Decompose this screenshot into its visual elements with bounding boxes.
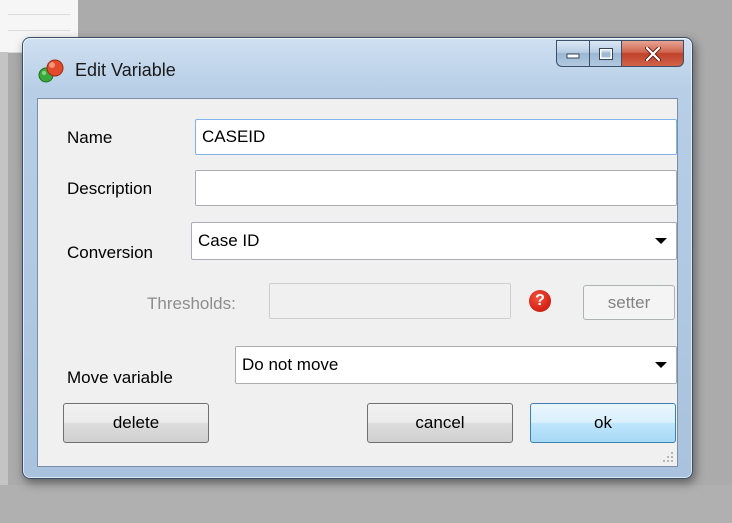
conversion-select[interactable]: Case ID xyxy=(191,222,677,260)
caption-buttons xyxy=(556,40,684,67)
delete-button[interactable]: delete xyxy=(63,403,209,443)
name-field[interactable]: CASEID xyxy=(195,119,677,155)
title-bar[interactable]: Edit Variable xyxy=(23,38,692,96)
cancel-button[interactable]: cancel xyxy=(367,403,513,443)
minimize-button[interactable] xyxy=(556,40,589,67)
ok-button[interactable]: ok xyxy=(530,403,676,443)
app-icon xyxy=(38,59,64,83)
chevron-down-icon xyxy=(655,362,667,368)
conversion-value: Case ID xyxy=(198,231,260,250)
minimize-icon xyxy=(566,53,580,58)
dialog-client-area: Name CASEID Description Conversion Case … xyxy=(37,98,678,467)
move-variable-label: Move variable xyxy=(67,368,173,387)
description-field[interactable] xyxy=(195,170,677,206)
conversion-label: Conversion xyxy=(67,243,153,262)
close-button[interactable] xyxy=(622,40,684,67)
close-icon xyxy=(644,46,661,61)
help-icon[interactable]: ? xyxy=(529,290,551,312)
edit-variable-dialog: Edit Variable Name CASEID Description Co… xyxy=(22,37,693,479)
window-title: Edit Variable xyxy=(75,60,176,80)
move-variable-value: Do not move xyxy=(242,355,339,374)
maximize-icon xyxy=(598,47,613,60)
resize-grip-icon[interactable] xyxy=(662,451,674,463)
background-shade xyxy=(0,485,732,523)
description-label: Description xyxy=(67,179,153,198)
thresholds-field[interactable] xyxy=(269,283,511,319)
name-label: Name xyxy=(67,128,113,147)
thresholds-label: Thresholds: xyxy=(147,294,236,313)
move-variable-select[interactable]: Do not move xyxy=(235,346,677,384)
chevron-down-icon xyxy=(655,238,667,244)
background-edge xyxy=(0,52,8,523)
setter-button[interactable]: setter xyxy=(583,285,675,320)
maximize-button[interactable] xyxy=(589,40,622,67)
